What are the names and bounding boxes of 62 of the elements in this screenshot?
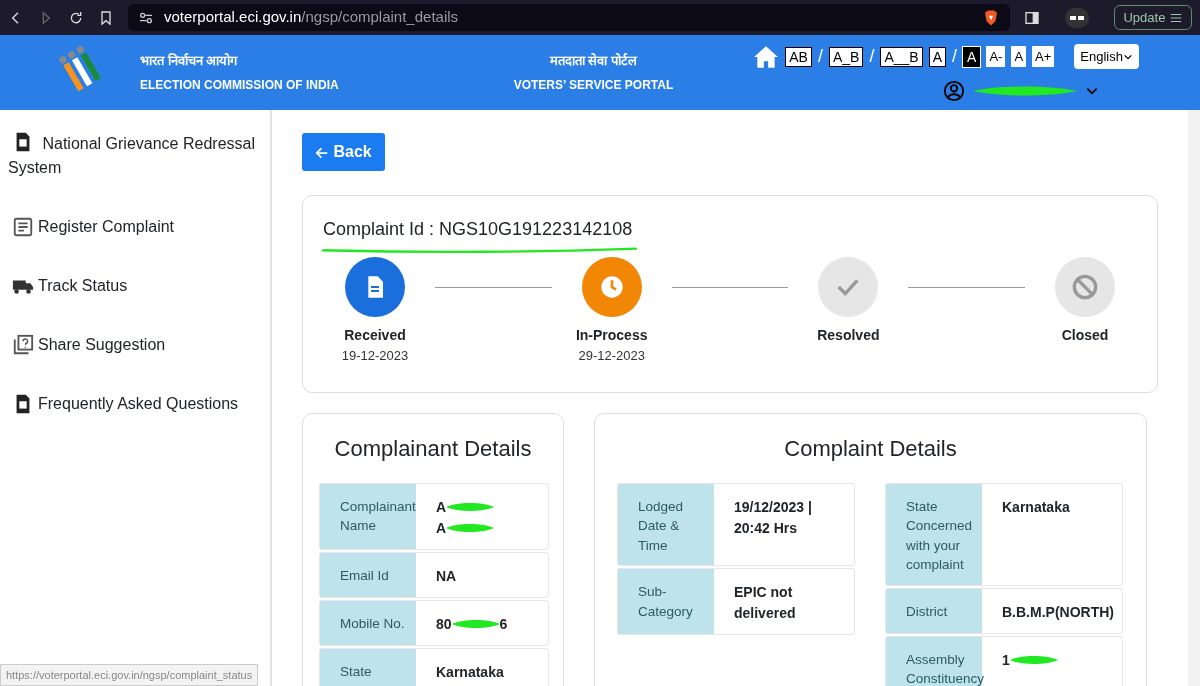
field-value: Karnataka <box>436 662 504 682</box>
field-value: A <box>436 497 447 517</box>
step-label: In-Process <box>575 326 648 345</box>
text-spacing-button[interactable]: AB <box>785 46 812 67</box>
field-value: 80 <box>436 614 452 634</box>
font-size-button[interactable]: A+ <box>1032 45 1055 68</box>
text-spacing-button[interactable]: A_B <box>828 46 864 67</box>
field-label: Lodged Date & Time <box>618 483 714 565</box>
back-button[interactable]: Back <box>302 133 385 171</box>
field-label: Assembly Constituency <box>886 636 982 686</box>
field-label: State Concerned with your complaint <box>886 483 982 585</box>
step-label: Resolved <box>817 326 880 345</box>
question-icon <box>12 334 34 356</box>
reload-icon[interactable] <box>68 9 84 26</box>
step-label: Closed <box>1061 326 1109 345</box>
step-date: 29-12-2023 <box>578 347 645 365</box>
portal-title: VOTERS’ SERVICE PORTAL <box>513 77 674 95</box>
field-label: Complainant Name <box>320 483 416 549</box>
language-select[interactable]: English <box>1074 43 1139 70</box>
separator-slash: / <box>817 45 823 68</box>
bookmark-icon[interactable] <box>98 9 114 26</box>
field-label: Email Id <box>320 552 416 597</box>
field-label: District <box>886 588 982 633</box>
field-label: State <box>320 648 416 686</box>
field-value: NA <box>436 566 457 586</box>
field-value: 6 <box>499 614 508 634</box>
card-title: Complainant Details <box>333 434 533 463</box>
sidebar-item[interactable]: National Grievance Redressal System <box>8 130 262 181</box>
organization-title: ELECTION COMMISSION OF INDIA <box>140 77 339 95</box>
hindi-portal-title: मतदाता सेवा पोर्टल <box>548 51 639 70</box>
field-label: Sub-Category <box>618 569 714 634</box>
font-size-button[interactable]: A- <box>986 45 1006 68</box>
field-value: Karnataka <box>1002 497 1070 517</box>
update-button[interactable]: Update <box>1114 4 1192 31</box>
arrow-left-icon <box>315 145 329 160</box>
sidebar-item[interactable]: Frequently Asked Questions <box>8 391 245 417</box>
sidebar-item[interactable]: Register Complaint <box>8 214 181 240</box>
contrast-button[interactable]: A <box>928 46 947 67</box>
font-size-button[interactable]: A <box>1011 45 1027 68</box>
separator-slash: / <box>952 45 958 68</box>
field-label: Mobile No. <box>320 600 416 645</box>
field-value: EPIC not delivered <box>734 583 797 623</box>
user-avatar-icon[interactable] <box>943 80 966 102</box>
card-title: Complaint Details <box>783 434 958 463</box>
sidebar-icon[interactable] <box>1024 9 1041 26</box>
complaint-id: Complaint Id : NGS10G191223142108 <box>323 216 633 247</box>
form-icon <box>12 216 34 238</box>
address-bar[interactable]: voterportal.eci.gov.in/ngsp/complaint_details <box>128 4 1011 31</box>
field-value: A <box>436 518 447 538</box>
field-value: 1 <box>1002 650 1010 670</box>
contrast-button[interactable]: A <box>963 46 981 67</box>
sidebar-item[interactable]: Track Status <box>8 273 134 299</box>
field-value: 19/12/2023 | 20:42 Hrs <box>734 497 813 538</box>
field-value: B.B.M.P(NORTH) <box>1002 602 1114 622</box>
step-date: 19-12-2023 <box>341 347 409 365</box>
sidebar-item[interactable]: Share Suggestion <box>8 332 172 358</box>
hindi-title: भारत निर्वाचन आयोग <box>140 51 239 70</box>
status-bar-url: https://voterportal.eci.gov.in/ngsp/complaint_status <box>0 663 259 686</box>
text-spacing-button[interactable]: A__B <box>880 46 923 67</box>
separator-slash: / <box>869 45 875 68</box>
step-label: Received <box>344 326 406 345</box>
url-text: voterportal.eci.gov.in/ngsp/complaint_details <box>164 7 459 28</box>
